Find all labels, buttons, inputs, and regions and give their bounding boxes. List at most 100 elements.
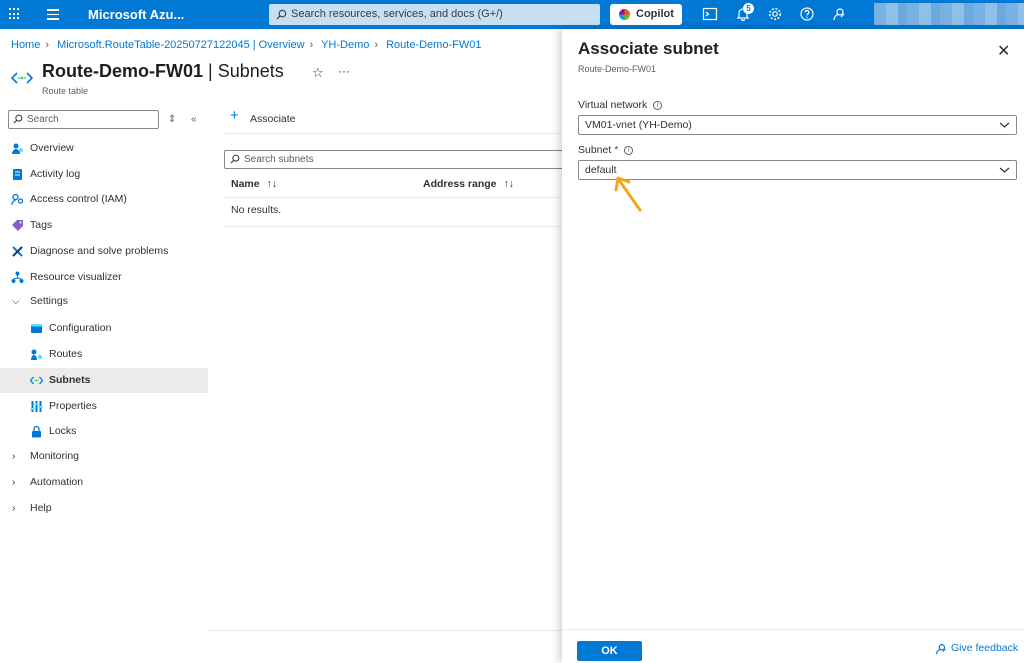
page-title: Route-Demo-FW01 | Subnets — [42, 61, 284, 82]
page-title-resource: Route-Demo-FW01 — [42, 61, 203, 81]
feedback-icon[interactable] — [831, 6, 847, 22]
subnet-search-input[interactable]: Search subnets — [224, 150, 564, 169]
sidebar-item-label: Diagnose and solve problems — [30, 245, 169, 257]
sidebar-item-resource-visualizer[interactable]: Resource visualizer — [0, 265, 208, 290]
copilot-label: Copilot — [636, 8, 674, 20]
sidebar-item-help[interactable]: › Help — [0, 496, 208, 521]
sidebar-item-activity-log[interactable]: Activity log — [0, 162, 208, 187]
resource-visualizer-icon — [11, 271, 24, 283]
properties-icon — [30, 401, 43, 412]
sidebar-item-label: Activity log — [30, 168, 81, 180]
sidebar-item-access-control[interactable]: Access control (IAM) — [0, 187, 208, 212]
info-icon[interactable]: i — [653, 101, 663, 110]
close-icon[interactable]: ✕ — [997, 41, 1010, 61]
search-icon — [276, 9, 287, 20]
subnets-icon — [30, 376, 43, 385]
sort-icon: ↑↓ — [266, 178, 278, 190]
access-control-icon — [11, 193, 24, 206]
sidebar-item-label: Monitoring — [30, 450, 80, 462]
page-title-divider: | — [203, 61, 218, 81]
sidebar-item-overview[interactable]: Overview — [0, 136, 208, 161]
sidebar-item-label: Subnets — [49, 374, 91, 386]
panel-title: Associate subnet — [578, 39, 719, 58]
sidebar-item-label: Help — [30, 502, 52, 514]
search-icon — [230, 154, 240, 164]
plus-icon: + — [230, 107, 239, 124]
virtual-network-label: Virtual network i — [578, 99, 663, 111]
brand-title[interactable]: Microsoft Azu... — [88, 7, 184, 22]
sidebar-item-tags[interactable]: Tags — [0, 213, 208, 238]
overview-icon — [12, 143, 23, 154]
sidebar-item-routes[interactable]: Routes — [0, 342, 208, 367]
help-icon[interactable] — [799, 6, 815, 22]
empty-state-text: No results. — [231, 204, 282, 216]
breadcrumb-route-table[interactable]: Route-Demo-FW01 — [386, 39, 481, 51]
lock-icon — [32, 425, 41, 438]
breadcrumb-overview[interactable]: Microsoft.RouteTable-20250727122045 | Ov… — [57, 39, 304, 51]
sidebar-item-diagnose[interactable]: Diagnose and solve problems — [0, 239, 208, 264]
sidebar-item-label: Automation — [30, 476, 84, 488]
sidebar-item-label: Tags — [30, 219, 53, 231]
virtual-network-value: VM01-vnet (YH-Demo) — [585, 119, 692, 131]
breadcrumb-home[interactable]: Home — [11, 39, 40, 51]
sidebar-item-label: Settings — [30, 295, 68, 307]
breadcrumb-separator: › — [45, 39, 50, 51]
sidebar-item-label: Properties — [49, 400, 97, 412]
breadcrumb-resource-group[interactable]: YH-Demo — [321, 39, 369, 51]
more-options-icon[interactable]: ··· — [338, 64, 350, 78]
ok-button[interactable]: OK — [577, 641, 642, 661]
account-avatar-blurred[interactable] — [874, 3, 1024, 25]
waffle-icon[interactable] — [9, 8, 21, 20]
give-feedback-label: Give feedback — [951, 642, 1019, 654]
sidebar-item-label: Resource visualizer — [30, 271, 122, 283]
chevron-right-icon: › — [12, 477, 16, 488]
expand-collapse-icon[interactable]: ⇕ — [168, 114, 176, 125]
subnet-label-text: Subnet — [578, 144, 612, 156]
sidebar-item-settings[interactable]: ⌵ Settings — [0, 289, 208, 314]
diagnose-wrench-icon — [12, 246, 23, 257]
column-header-address-range[interactable]: Address range ↑↓ — [423, 178, 514, 190]
give-feedback-link[interactable]: Give feedback — [934, 642, 1019, 655]
sidebar-search-placeholder: Search — [27, 114, 59, 125]
associate-subnet-panel: Associate subnet Route-Demo-FW01 ✕ Virtu… — [562, 29, 1024, 663]
toolbar-divider — [224, 133, 562, 134]
footer-divider — [208, 630, 562, 631]
chevron-down-icon — [999, 167, 1010, 173]
sidebar-item-label: Access control (IAM) — [30, 193, 127, 205]
associate-label: Associate — [250, 113, 296, 125]
routes-icon — [31, 349, 43, 360]
sidebar-item-label: Configuration — [49, 322, 112, 334]
top-bar: Microsoft Azu... Search resources, servi… — [0, 0, 1024, 29]
subnet-search-placeholder: Search subnets — [244, 154, 314, 165]
chevron-down-icon — [999, 122, 1010, 128]
resource-type-label: Route table — [42, 86, 89, 96]
favorite-star-icon[interactable]: ☆ — [312, 65, 324, 81]
global-search-input[interactable]: Search resources, services, and docs (G+… — [269, 4, 600, 25]
sidebar-item-properties[interactable]: Properties — [0, 394, 208, 419]
sidebar-item-monitoring[interactable]: › Monitoring — [0, 444, 208, 469]
sidebar-item-label: Locks — [49, 425, 77, 437]
cloud-shell-icon[interactable] — [702, 6, 718, 22]
breadcrumb: Home › Microsoft.RouteTable-2025072712204… — [11, 39, 481, 51]
virtual-network-dropdown[interactable]: VM01-vnet (YH-Demo) — [578, 115, 1017, 135]
sidebar-item-configuration[interactable]: Configuration — [0, 316, 208, 341]
subnet-label: Subnet * i — [578, 144, 634, 156]
sidebar-search-input[interactable]: Search — [8, 110, 159, 129]
global-search-placeholder: Search resources, services, and docs (G+… — [291, 8, 503, 20]
route-table-icon — [11, 72, 33, 84]
notifications-badge: 5 — [743, 3, 754, 14]
panel-subtitle: Route-Demo-FW01 — [578, 64, 657, 74]
hamburger-menu-icon[interactable] — [47, 9, 59, 23]
column-header-label: Address range — [423, 178, 497, 190]
copilot-button[interactable]: Copilot — [610, 4, 682, 25]
page-title-section: Subnets — [217, 61, 284, 81]
sidebar-item-automation[interactable]: › Automation — [0, 470, 208, 495]
info-icon[interactable]: i — [624, 146, 634, 155]
activity-log-icon — [13, 169, 22, 180]
column-header-name[interactable]: Name ↑↓ — [231, 178, 277, 190]
sidebar-item-locks[interactable]: Locks — [0, 419, 208, 444]
collapse-sidebar-icon[interactable]: « — [191, 114, 197, 125]
sidebar-item-subnets[interactable]: Subnets — [0, 368, 208, 393]
settings-gear-icon[interactable] — [767, 6, 783, 22]
virtual-network-label-text: Virtual network — [578, 99, 648, 111]
